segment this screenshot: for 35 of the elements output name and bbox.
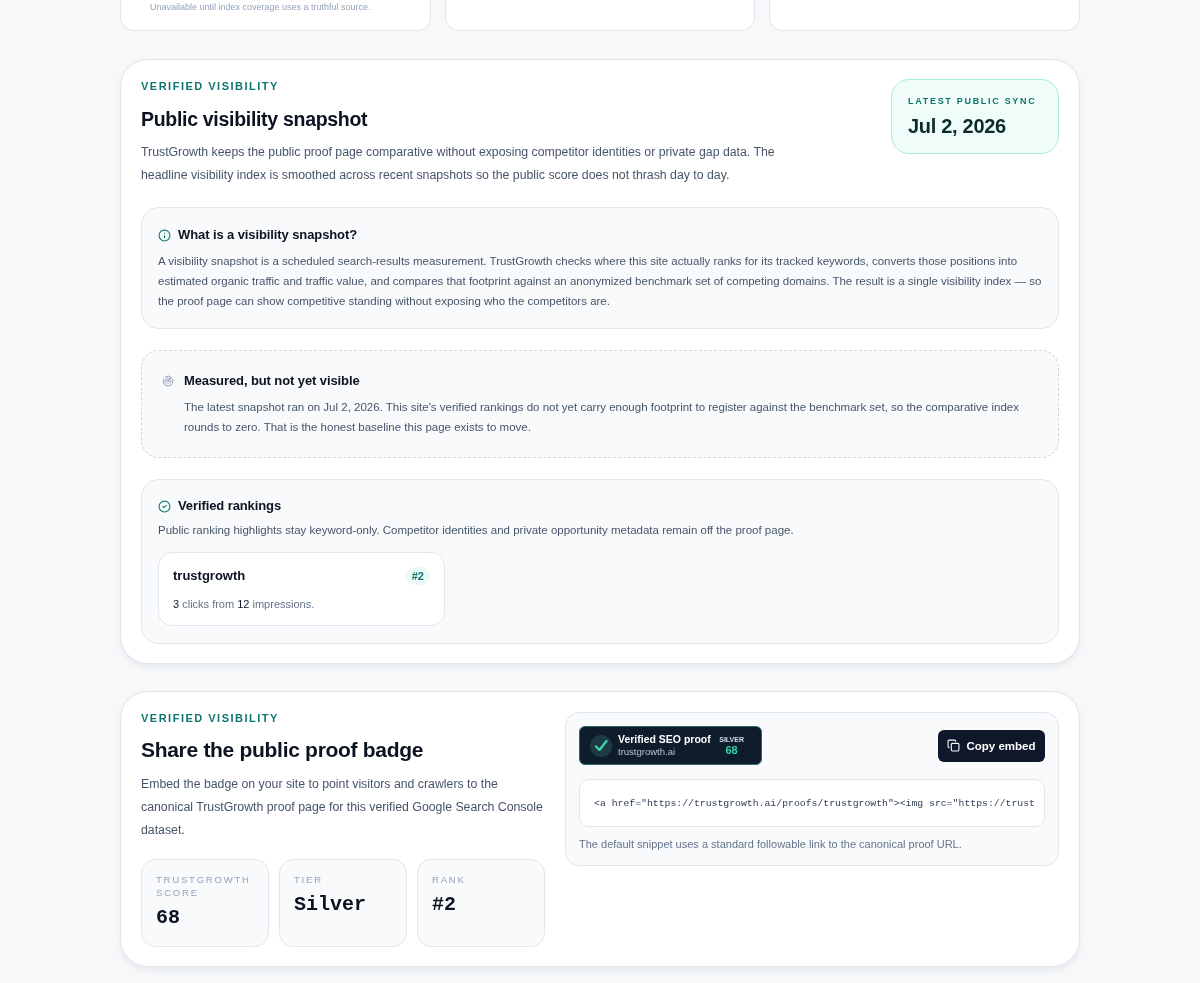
stat-value: Silver: [294, 893, 367, 917]
radar-icon: [162, 375, 174, 387]
embed-code-block: <a href="https://trustgrowth.ai/proofs/trustgrowth"><img src="https://trust: [579, 779, 1045, 827]
section-title: Public visibility snapshot: [141, 107, 369, 132]
embed-caption: The default snippet uses a standard followable link to the canonical proof URL.: [579, 837, 963, 852]
keyword-stats: 3 clicks from 12 impressions.: [173, 597, 316, 612]
badge-title: Verified SEO proof: [618, 733, 711, 746]
info-icon: [158, 228, 171, 242]
score-text: 68: [725, 743, 738, 757]
stat-label: TRUSTGROWTH SCORE: [156, 873, 252, 899]
panel-text: A visibility snapshot is a scheduled search-results measurement. TrustGrowth checks where this site actually ranks for its tracked keywords, converts those positions into estimated organic traffic and traffic value, and compares that footprint against an anonymized benchmark set of competing domains. The result is a single visibility index — so the proof page can show competitive standing without exposing who the competitors are.: [158, 254, 1042, 309]
keyword-name: trustgrowth: [173, 567, 246, 585]
panel-text: Public ranking highlights stay keyword-only. Competitor identities and private opportunity metadata remain off the proof page.: [158, 523, 795, 538]
stat-value: #2: [432, 893, 457, 917]
card-note: Unavailable until index coverage uses a truthful source.: [150, 1, 372, 14]
badge-check-icon: [590, 734, 612, 757]
panel-title: Verified rankings: [178, 497, 282, 515]
panel-text: The latest snapshot ran on Jul 2, 2026. This site's verified rankings do not yet carry enough footprint to register against the benchmark set, so the comparative index rounds to zero. That is the honest baseline this page exists to move.: [183, 400, 1020, 435]
check-circle-icon: [158, 499, 171, 513]
section-description: Embed the badge on your site to point visitors and crawlers to the canonical TrustGrowth proof page for this verified Google Search Console dataset.: [141, 776, 544, 839]
badge-domain: trustgrowth.ai: [618, 746, 677, 758]
section-description: TrustGrowth keeps the public proof page comparative without exposing competitor identities or private gap data. The headline visibility index is smoothed across recent snapshots so the public score does not thrash day to day.: [141, 144, 776, 184]
section-eyebrow: VERIFIED VISIBILITY: [141, 711, 280, 725]
stat-label: TIER: [294, 873, 324, 886]
sync-date: Jul 2, 2026: [908, 114, 1007, 139]
stat-value: 68: [156, 906, 181, 930]
panel-title: What is a visibility snapshot?: [178, 226, 358, 244]
rank-pill: #2: [405, 567, 430, 585]
sync-label: LATEST PUBLIC SYNC: [908, 95, 1038, 108]
section-title: Share the public proof badge: [141, 737, 425, 763]
panel-title: Measured, but not yet visible: [184, 372, 360, 390]
copy-embed-button[interactable]: Copy embed: [938, 729, 1045, 762]
section-eyebrow: VERIFIED VISIBILITY: [141, 79, 280, 93]
copy-icon: [947, 739, 961, 752]
stat-label: RANK: [432, 873, 467, 886]
